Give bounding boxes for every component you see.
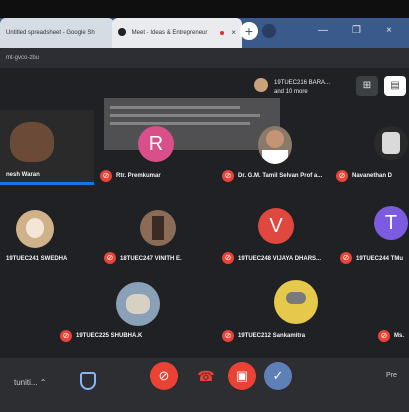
participant-avatar bbox=[116, 282, 160, 326]
participant-avatar bbox=[16, 210, 54, 248]
meet-favicon-icon bbox=[118, 28, 126, 37]
close-window-icon[interactable]: × bbox=[386, 25, 392, 36]
mic-toggle-button[interactable]: ⊘ bbox=[150, 362, 178, 390]
participant-name: 19TUEC244 TMu bbox=[356, 256, 404, 262]
people-icon: ⊞ bbox=[362, 80, 372, 91]
mic-off-icon: ⊘ bbox=[336, 170, 348, 182]
mic-off-icon: ⊘ bbox=[378, 330, 390, 342]
participant-name: Rtr. Premkumar bbox=[116, 173, 161, 179]
mic-off-icon: ⊘ bbox=[104, 252, 116, 264]
overlay-text-line bbox=[110, 106, 240, 109]
new-tab-button[interactable]: + bbox=[240, 22, 258, 40]
participant-name: 19TUEC248 VIJAYA DHARS... bbox=[238, 256, 322, 262]
participant-avatar bbox=[140, 210, 176, 246]
mic-off-icon: ⊘ bbox=[60, 330, 72, 342]
tab-meet[interactable]: Meet - Ideas & Entrepreneur × bbox=[112, 18, 242, 48]
check-icon: ✓ bbox=[272, 368, 284, 383]
participant-name: 19TUEC212 Sankamitra bbox=[238, 333, 306, 339]
participant-avatar bbox=[274, 280, 318, 324]
hang-up-button[interactable]: ☎ bbox=[192, 362, 220, 390]
participants-summary[interactable]: 19TUEC216 BARA... and 10 more bbox=[254, 76, 344, 98]
participant-name: Navanethan D bbox=[352, 173, 393, 179]
active-speaker-tile[interactable]: nesh Waran bbox=[0, 110, 94, 185]
mic-off-icon: ⊘ bbox=[340, 252, 352, 264]
participants-button[interactable]: ⊞ bbox=[356, 76, 378, 96]
raise-hand-button[interactable]: ✓ bbox=[264, 362, 292, 390]
participant-avatar bbox=[258, 126, 292, 164]
participant-name: 19TUEC241 SWEDHA bbox=[6, 256, 68, 262]
participant-avatar: R bbox=[138, 126, 174, 162]
chat-icon: ▤ bbox=[390, 80, 400, 91]
present-label[interactable]: Pre bbox=[386, 372, 397, 379]
mic-off-icon: ⊘ bbox=[100, 170, 112, 182]
participant-name: Dr. G.M. Tamil Selvan Prof a... bbox=[238, 173, 323, 179]
browser-tab-bar: Untitled spreadsheet - Google Sh Meet - … bbox=[0, 18, 409, 48]
address-text: mt-gvco-zbu bbox=[6, 55, 40, 61]
overlay-text-line bbox=[110, 114, 260, 117]
participant-avatar: V bbox=[258, 208, 294, 244]
meet-grid: 19TUEC216 BARA... and 10 more ⊞ ▤ nesh W… bbox=[0, 68, 409, 358]
participant-name: 18TUEC247 VINITH E. bbox=[120, 256, 182, 262]
minimize-icon[interactable]: — bbox=[318, 25, 328, 36]
mic-off-icon: ⊘ bbox=[222, 330, 234, 342]
mic-off-icon: ⊘ bbox=[158, 368, 170, 383]
camera-off-icon: ▣ bbox=[235, 368, 249, 383]
mic-off-icon: ⊘ bbox=[222, 170, 234, 182]
hang-up-icon: ☎ bbox=[197, 368, 215, 384]
speaker-video bbox=[10, 122, 54, 162]
camera-toggle-button[interactable]: ▣ bbox=[228, 362, 256, 390]
close-tab-icon[interactable]: × bbox=[231, 18, 236, 48]
extension-icon[interactable] bbox=[262, 24, 276, 38]
meeting-controls: tuniti... ⌃ ⊘ ☎ ▣ ✓ Pre bbox=[0, 358, 409, 412]
speaker-name: nesh Waran bbox=[6, 172, 40, 178]
participant-avatar bbox=[374, 126, 408, 160]
participants-summary-line1: 19TUEC216 BARA... bbox=[274, 80, 331, 86]
recording-dot-icon bbox=[220, 31, 224, 35]
participant-name: Ms. bbox=[394, 333, 405, 339]
avatar bbox=[254, 78, 268, 92]
participant-name: 19TUEC225 SHUBHA.K bbox=[76, 333, 143, 339]
meeting-details-menu[interactable]: tuniti... ⌃ bbox=[14, 378, 47, 387]
maximize-icon[interactable]: ❐ bbox=[352, 25, 361, 36]
tab-meet-label: Meet - Ideas & Entrepreneur bbox=[131, 30, 208, 36]
mic-off-icon: ⊘ bbox=[222, 252, 234, 264]
presentation-overlay bbox=[104, 98, 280, 150]
tab-spreadsheet-label: Untitled spreadsheet - Google Sh bbox=[6, 30, 95, 36]
address-bar[interactable]: mt-gvco-zbu bbox=[0, 48, 409, 68]
tab-spreadsheet[interactable]: Untitled spreadsheet - Google Sh bbox=[0, 18, 114, 48]
chat-button[interactable]: ▤ bbox=[384, 76, 406, 96]
participants-summary-line2: and 10 more bbox=[274, 89, 308, 95]
screen-bezel bbox=[0, 0, 409, 18]
participant-avatar: T bbox=[374, 206, 408, 240]
overlay-text-line bbox=[110, 122, 250, 125]
shield-icon[interactable] bbox=[80, 372, 96, 390]
